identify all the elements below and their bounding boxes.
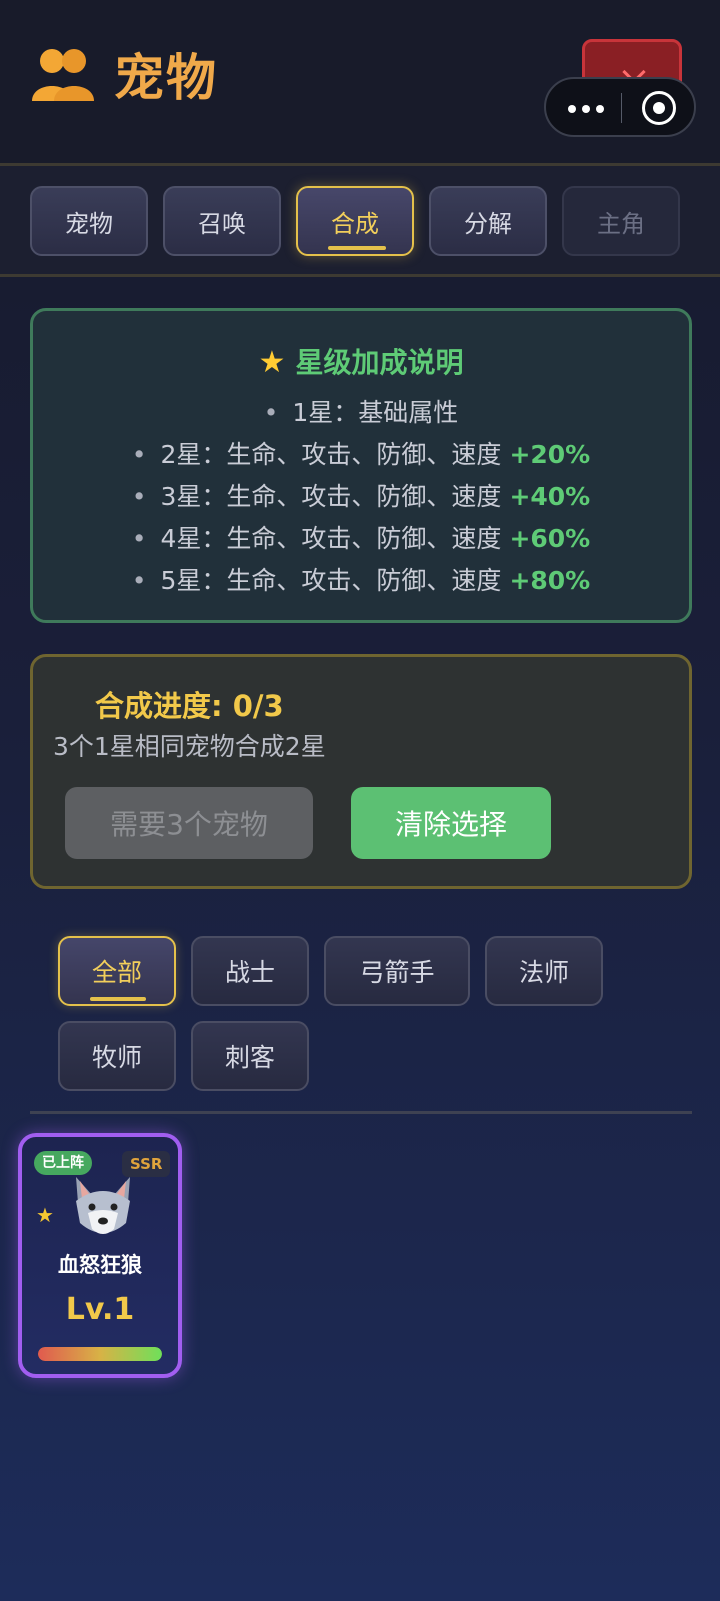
capsule-divider xyxy=(621,93,622,123)
need-pets-button[interactable]: 需要3个宠物 xyxy=(65,787,313,859)
deployed-badge: 已上阵 xyxy=(34,1151,92,1175)
tab-summon[interactable]: 召唤 xyxy=(163,186,281,256)
filter-all[interactable]: 全部 xyxy=(58,936,176,1006)
more-dots-icon[interactable] xyxy=(568,105,604,113)
star-bonus-title: ★ 星级加成说明 xyxy=(258,345,464,380)
page-title: 宠物 xyxy=(114,49,218,107)
class-filter-group: 全部 战士 弓箭手 法师 牧师 刺客 xyxy=(30,916,692,1096)
star-bonus-line: • 2星：生命、攻击、防御、速度 +20% xyxy=(131,440,591,469)
bonus-value: +80% xyxy=(509,566,591,595)
tab-bar: 宠物 召唤 合成 分解 主角 xyxy=(0,166,720,274)
star-bonus-line: • 3星：生命、攻击、防御、速度 +40% xyxy=(131,482,591,511)
pet-level: Lv.1 xyxy=(65,1292,135,1327)
bonus-value: +40% xyxy=(509,482,591,511)
hp-bar-fill xyxy=(38,1347,162,1361)
tab-hero[interactable]: 主角 xyxy=(562,186,680,256)
synthesis-progress-label: 合成进度: 0/3 xyxy=(95,689,284,723)
star-bonus-line: • 1星：基础属性 xyxy=(263,398,459,427)
wolf-icon xyxy=(66,1173,140,1243)
bonus-value: +60% xyxy=(509,524,591,553)
tabs-divider xyxy=(0,274,720,277)
hp-bar xyxy=(38,1347,162,1361)
tab-pets[interactable]: 宠物 xyxy=(30,186,148,256)
filter-archer[interactable]: 弓箭手 xyxy=(324,936,470,1006)
title-group: 宠物 xyxy=(30,38,218,110)
star-bonus-panel: ★ 星级加成说明 • 1星：基础属性 • 2星：生命、攻击、防御、速度 +20% • 3星… xyxy=(30,308,692,623)
filter-priest[interactable]: 牧师 xyxy=(58,1021,176,1091)
star-bonus-line: • 4星：生命、攻击、防御、速度 +60% xyxy=(131,524,591,553)
tab-decompose[interactable]: 分解 xyxy=(429,186,547,256)
star-bonus-line: • 5星：生命、攻击、防御、速度 +80% xyxy=(131,566,591,595)
pet-card[interactable]: 已上阵 SSR ★ 血怒狂狼 Lv.1 xyxy=(18,1133,182,1378)
filter-warrior[interactable]: 战士 xyxy=(191,936,309,1006)
star-rating-icon: ★ xyxy=(36,1203,54,1227)
filter-mage[interactable]: 法师 xyxy=(485,936,603,1006)
tab-synthesis[interactable]: 合成 xyxy=(296,186,414,256)
star-icon: ★ xyxy=(258,345,286,380)
people-icon xyxy=(30,43,96,105)
clear-selection-button[interactable]: 清除选择 xyxy=(351,787,551,859)
list-divider xyxy=(30,1111,692,1114)
bonus-value: +20% xyxy=(509,440,591,469)
filter-assassin[interactable]: 刺客 xyxy=(191,1021,309,1091)
header-bar: 宠物 xyxy=(0,0,720,163)
pet-name: 血怒狂狼 xyxy=(58,1253,142,1277)
target-icon[interactable] xyxy=(642,91,676,125)
synthesis-progress-panel: 合成进度: 0/3 3个1星相同宠物合成2星 需要3个宠物 清除选择 xyxy=(30,654,692,889)
mini-program-capsule xyxy=(544,77,696,137)
synthesis-description: 3个1星相同宠物合成2星 xyxy=(53,732,326,761)
